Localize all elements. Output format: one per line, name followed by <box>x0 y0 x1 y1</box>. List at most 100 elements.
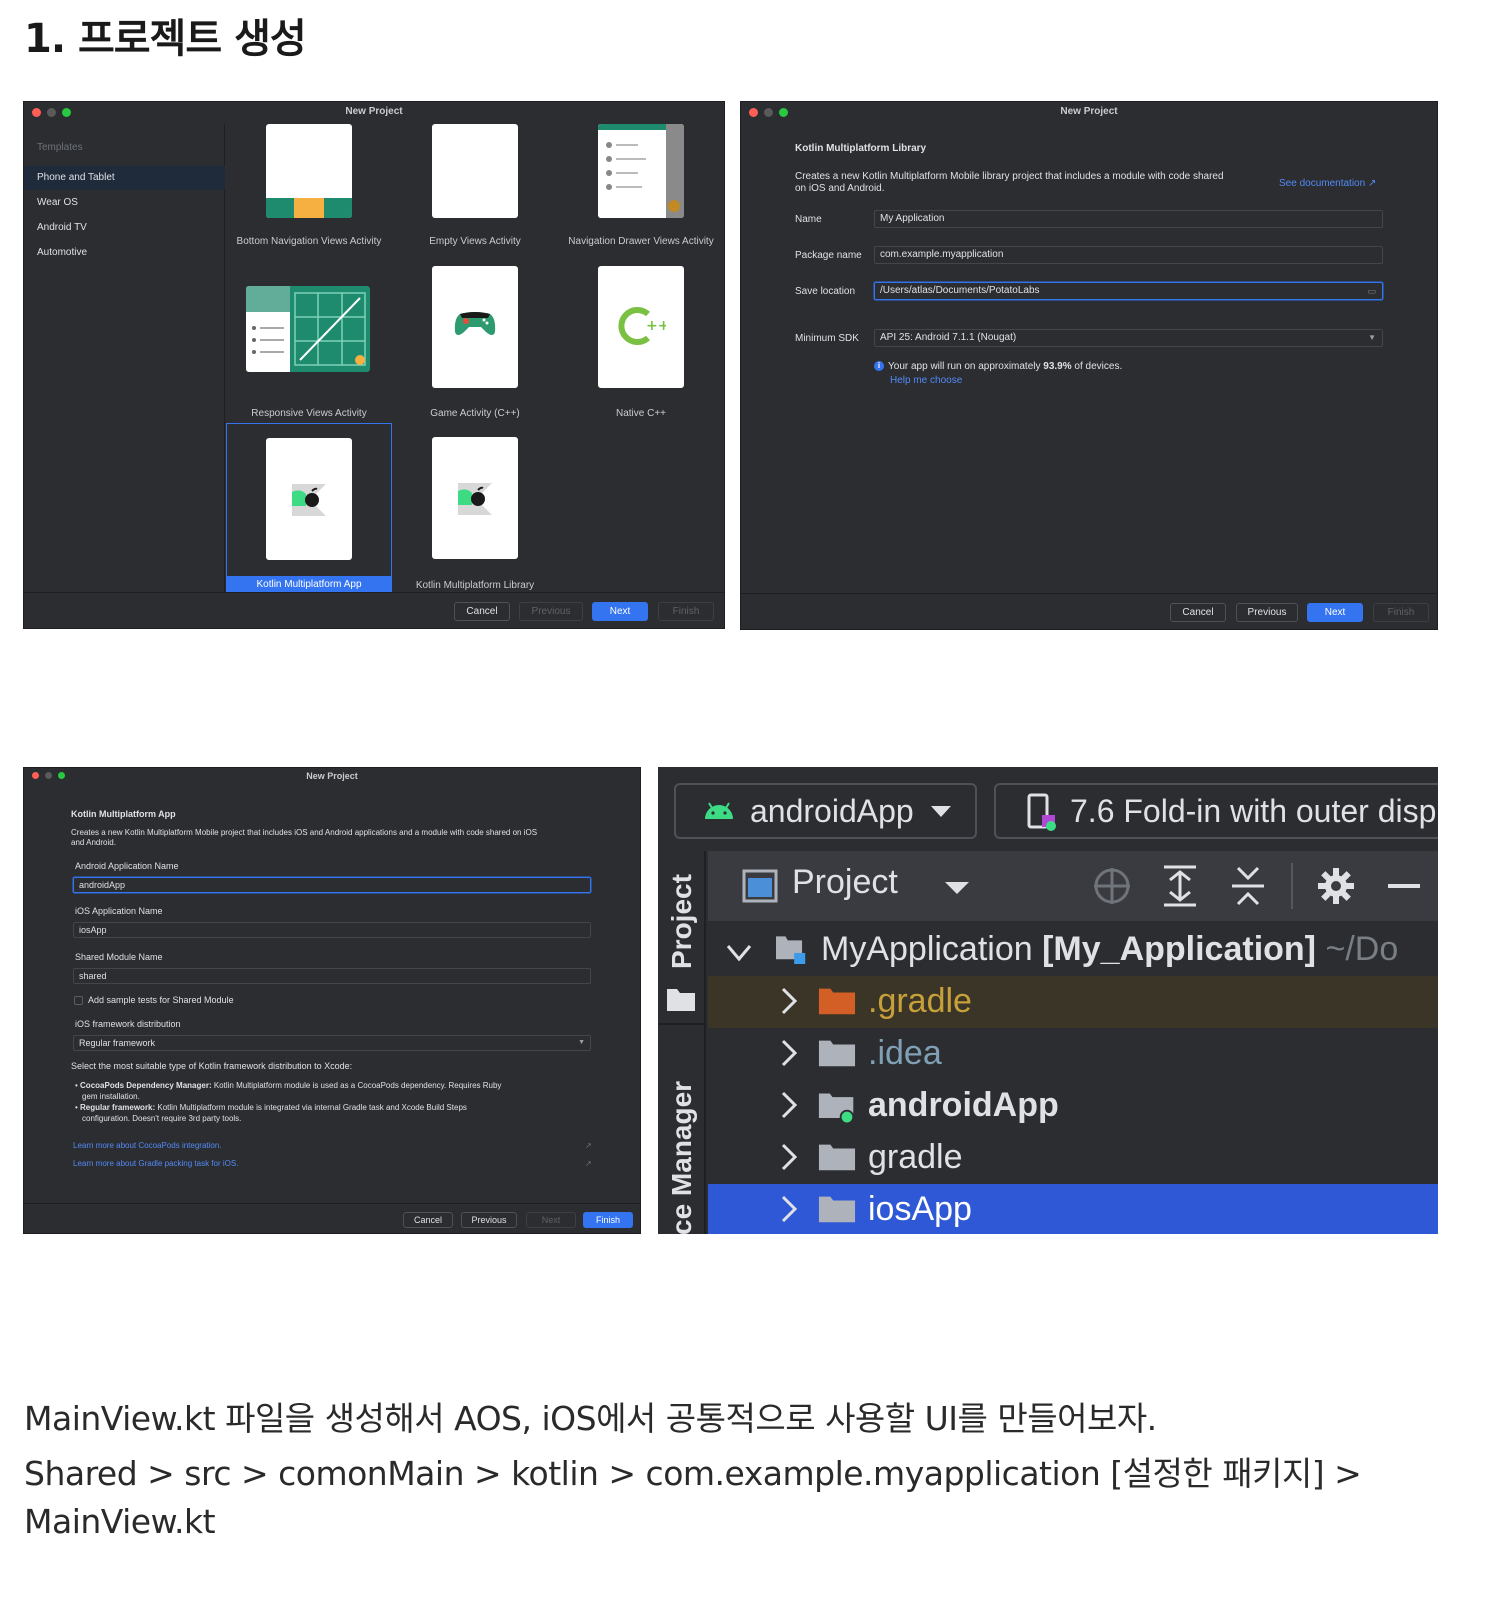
window-titlebar: New Project <box>741 102 1437 124</box>
template-responsive-views[interactable]: Responsive Views Activity <box>226 266 392 419</box>
tree-root-myapplication[interactable]: MyApplication [My_Application] ~/Do <box>708 924 1438 976</box>
gradle-packing-learn-more-link[interactable]: Learn more about Gradle packing task for… <box>73 1159 238 1168</box>
package-name-field[interactable]: com.example.myapplication <box>874 246 1383 264</box>
root-project-name: MyApplication [My_Application] ~/Do <box>821 930 1399 968</box>
chevron-down-icon[interactable] <box>944 881 970 895</box>
template-game-activity[interactable]: Game Activity (C++) <box>392 266 558 419</box>
ios-app-name-field[interactable]: iosApp <box>73 922 591 938</box>
template-navigation-drawer[interactable]: Navigation Drawer Views Activity <box>558 124 724 274</box>
template-label: Empty Views Activity <box>429 236 521 247</box>
kmp-icon <box>292 484 326 516</box>
window-titlebar: New Project <box>24 768 640 786</box>
tree-item-gradle[interactable]: gradle <box>708 1132 1438 1184</box>
framework-distribution-select[interactable]: Regular framework ▼ <box>73 1035 591 1051</box>
gear-icon[interactable] <box>1316 866 1356 906</box>
sidebar-item-phone-tablet[interactable]: Phone and Tablet <box>24 166 225 190</box>
kmp-icon <box>458 483 492 515</box>
template-preview <box>432 437 518 559</box>
previous-button[interactable]: Previous <box>1236 603 1298 622</box>
minimum-sdk-select[interactable]: API 25: Android 7.1.1 (Nougat) ▼ <box>874 329 1383 347</box>
save-location-field[interactable]: /Users/atlas/Documents/PotatoLabs ▭ <box>874 282 1383 300</box>
external-link-icon: ↗ <box>585 1141 592 1150</box>
module-folder-icon <box>776 936 806 964</box>
ide-project-panel: androidApp 7.6 Fold-in with outer disp P… <box>658 767 1438 1234</box>
finish-button[interactable]: Finish <box>658 602 714 621</box>
paragraph-line-2: Shared > src > comonMain > kotlin > com.… <box>24 1454 1362 1493</box>
template-label: Game Activity (C++) <box>430 408 520 419</box>
locate-icon[interactable] <box>1092 866 1132 906</box>
finish-button[interactable]: Finish <box>583 1212 633 1228</box>
description-line-2: on iOS and Android. <box>795 183 885 194</box>
cocoapods-bullet: • CocoaPods Dependency Manager: Kotlin M… <box>75 1081 502 1090</box>
shared-module-field[interactable]: shared <box>73 968 591 984</box>
next-button[interactable]: Next <box>592 602 648 621</box>
cocoapods-learn-more-link[interactable]: Learn more about CocoaPods integration. <box>73 1141 222 1150</box>
template-preview <box>246 286 370 372</box>
android-icon <box>705 802 733 819</box>
template-bottom-navigation[interactable]: Bottom Navigation Views Activity <box>226 124 392 274</box>
framework-distribution-value: Regular framework <box>79 1038 156 1048</box>
cancel-button[interactable]: Cancel <box>403 1212 453 1228</box>
see-documentation-link[interactable]: See documentation ↗ <box>1279 178 1376 189</box>
description-line-1: Creates a new Kotlin Multiplatform Mobil… <box>795 171 1224 182</box>
previous-button[interactable]: Previous <box>461 1212 517 1228</box>
paragraph-line-1: MainView.kt 파일을 생성해서 AOS, iOS에서 공통적으로 사용… <box>24 1399 1157 1438</box>
chevron-right-icon[interactable] <box>776 1194 802 1224</box>
gamepad-icon <box>454 312 496 335</box>
dialog-footer: Cancel Previous Next Finish <box>24 592 724 628</box>
stripe-resource-manager-tab[interactable]: ce Manager <box>666 1081 698 1234</box>
tree-item-dot-idea[interactable]: .idea <box>708 1028 1438 1080</box>
template-native-cpp[interactable]: ++ Native C++ <box>558 266 724 419</box>
template-kotlin-multiplatform-library[interactable]: Kotlin Multiplatform Library <box>392 423 558 595</box>
sample-tests-checkbox[interactable] <box>74 996 83 1005</box>
template-empty-views[interactable]: Empty Views Activity <box>392 124 558 274</box>
page-title: 1. 프로젝트 생성 <box>24 16 307 62</box>
next-button[interactable]: Next <box>526 1212 576 1228</box>
sidebar-item-automotive[interactable]: Automotive <box>24 241 225 265</box>
cancel-button[interactable]: Cancel <box>454 602 510 621</box>
module-folder-icon <box>818 1093 855 1125</box>
expand-all-icon[interactable] <box>1162 864 1198 908</box>
tree-item-dot-gradle[interactable]: .gradle <box>708 976 1438 1028</box>
stripe-project-tab[interactable]: Project <box>666 874 698 969</box>
folder-icon <box>667 989 695 1011</box>
template-label: Navigation Drawer Views Activity <box>568 236 714 247</box>
previous-button[interactable]: Previous <box>519 602 583 621</box>
finish-button[interactable]: Finish <box>1373 603 1429 622</box>
template-preview <box>432 266 518 388</box>
regular-framework-bullet-cont: configuration. Doesn't require 3rd party… <box>82 1114 242 1123</box>
name-label: Name <box>795 214 822 225</box>
chevron-right-icon[interactable] <box>776 1038 802 1068</box>
template-preview <box>266 124 352 218</box>
chevron-right-icon[interactable] <box>776 1090 802 1120</box>
chevron-right-icon[interactable] <box>776 1142 802 1172</box>
template-label: Kotlin Multiplatform Library <box>415 580 535 591</box>
help-me-choose-link[interactable]: Help me choose <box>890 375 962 386</box>
sidebar-item-wear-os[interactable]: Wear OS <box>24 191 225 215</box>
minimize-panel-icon[interactable] <box>1388 884 1420 888</box>
sidebar-item-android-tv[interactable]: Android TV <box>24 216 225 240</box>
window-titlebar: New Project <box>24 102 724 124</box>
dialog-footer: Cancel Previous Next Finish <box>741 593 1437 629</box>
template-kotlin-multiplatform-app[interactable]: Kotlin Multiplatform App <box>226 423 392 595</box>
tree-item-label: .idea <box>868 1034 942 1072</box>
device-select[interactable]: 7.6 Fold-in with outer disp <box>994 783 1438 839</box>
new-project-library-dialog: New Project Kotlin Multiplatform Library… <box>740 101 1438 630</box>
next-button[interactable]: Next <box>1307 603 1363 622</box>
sidebar-header: Templates <box>37 142 83 153</box>
name-field[interactable]: My Application <box>874 210 1383 228</box>
save-location-label: Save location <box>795 286 856 297</box>
android-app-name-field[interactable]: androidApp <box>73 877 591 893</box>
collapse-all-icon[interactable] <box>1230 864 1266 908</box>
chevron-down-icon[interactable] <box>726 938 752 968</box>
run-configuration-select[interactable]: androidApp <box>674 783 977 839</box>
tree-item-androidapp[interactable]: androidApp <box>708 1080 1438 1132</box>
folder-icon <box>818 1144 856 1171</box>
cancel-button[interactable]: Cancel <box>1170 603 1226 622</box>
template-label: Bottom Navigation Views Activity <box>236 236 382 247</box>
tree-item-iosapp[interactable]: iosApp <box>708 1184 1438 1234</box>
folder-browse-icon[interactable]: ▭ <box>1367 283 1376 299</box>
templates-sidebar: Templates Phone and Tablet Wear OS Andro… <box>24 124 225 592</box>
chevron-right-icon[interactable] <box>776 986 802 1016</box>
run-toolbar: androidApp 7.6 Fold-in with outer disp <box>658 767 1438 851</box>
